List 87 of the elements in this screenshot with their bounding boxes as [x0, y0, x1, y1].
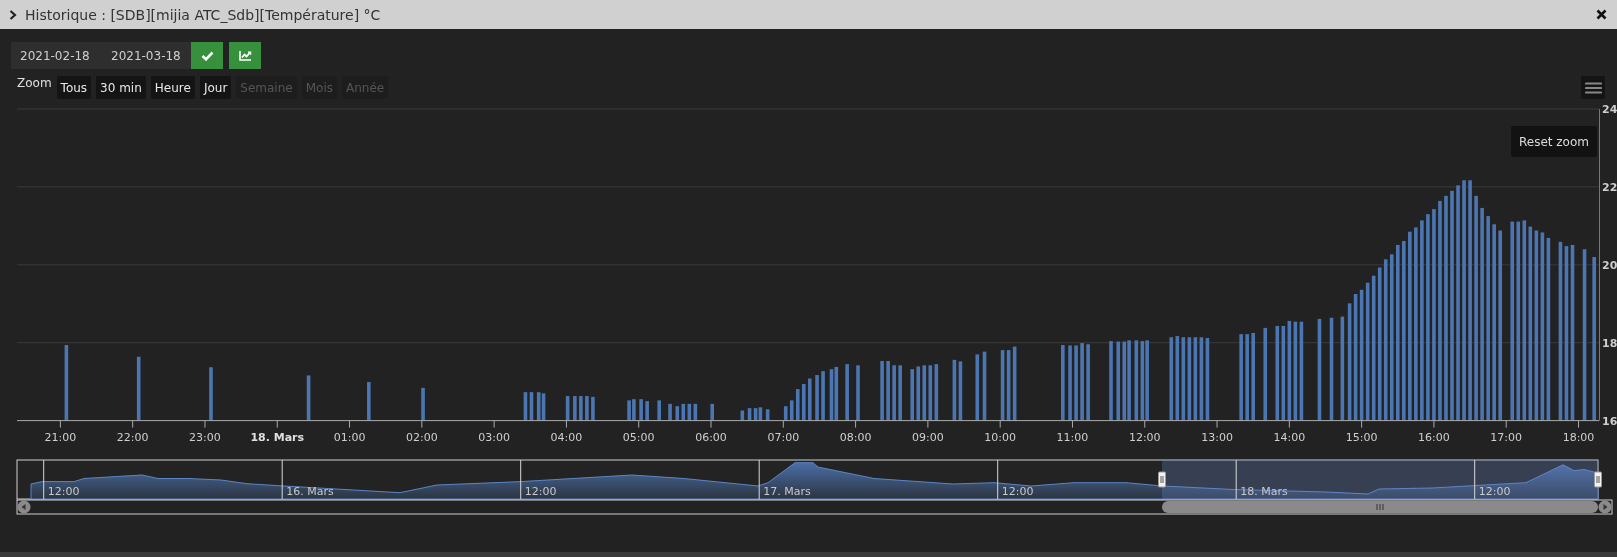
axis-label: 04:00	[550, 430, 583, 444]
bar	[657, 400, 661, 421]
zoom-button[interactable]: Heure	[150, 76, 195, 99]
scrollbar-thumb[interactable]	[1162, 501, 1598, 513]
axis-label: 08:00	[839, 430, 872, 444]
axis-label: 22:00	[116, 430, 149, 444]
navigator-label: 12:00	[524, 485, 557, 498]
bar	[668, 403, 672, 421]
bar	[639, 399, 643, 421]
axis-label: 16	[1602, 414, 1617, 428]
chevron-icon[interactable]	[9, 9, 17, 20]
navigator-label: 16. Mars	[286, 485, 334, 498]
axis-label: 07:00	[767, 430, 800, 444]
navigator-label: 18. Mars	[1240, 485, 1288, 498]
axis-label: 01:00	[333, 430, 366, 444]
navigator-label: 12:00	[47, 485, 80, 498]
scroll-left-icon[interactable]	[17, 500, 31, 514]
bar	[136, 356, 141, 421]
zoom-button[interactable]: 30 min	[96, 76, 146, 99]
axis-label: 15:00	[1345, 430, 1378, 444]
axis-label: 05:00	[622, 430, 655, 444]
window-title: Historique : [SDB][mijia ATC_Sdb][Température] °C	[25, 6, 382, 23]
bar	[856, 365, 860, 421]
line-chart-icon	[238, 50, 252, 61]
navigator-label: 12:00	[1001, 485, 1034, 498]
zoom-button[interactable]: Jour	[199, 76, 232, 99]
axis-label: 14:00	[1273, 430, 1306, 444]
date-field[interactable]: 2021-02-18	[11, 42, 99, 69]
bar	[802, 384, 806, 421]
bar	[898, 365, 902, 421]
axis-label: 03:00	[478, 430, 510, 444]
menu-button[interactable]	[1581, 76, 1605, 99]
bar	[209, 367, 213, 421]
axis-label: 11:00	[1056, 430, 1089, 444]
axis-label: 18	[1602, 336, 1617, 350]
navigator-selection[interactable]	[1162, 460, 1598, 499]
bar	[892, 365, 896, 421]
bar	[306, 375, 311, 421]
close-icon[interactable]	[1596, 9, 1607, 20]
bar	[740, 410, 745, 421]
menu-icon	[1584, 81, 1602, 94]
bar	[591, 396, 595, 421]
navigator-handle[interactable]	[1158, 471, 1166, 488]
axis-label: 20	[1602, 258, 1617, 272]
bar	[421, 387, 425, 421]
bar	[645, 401, 649, 421]
apply-button[interactable]	[191, 42, 223, 69]
navigator-label: 12:00	[1478, 485, 1511, 498]
axis-label: 10:00	[984, 430, 1017, 444]
axis-label: 17:00	[1490, 430, 1523, 444]
bar	[808, 378, 812, 421]
axis-label: 02:00	[406, 430, 438, 444]
check-icon	[200, 50, 214, 61]
bar	[821, 371, 825, 421]
bar	[367, 382, 371, 421]
bar	[982, 351, 987, 421]
chart-button[interactable]	[229, 42, 261, 69]
axis-label: 21:00	[44, 430, 77, 444]
bar	[886, 361, 890, 421]
axis-label: 09:00	[912, 430, 944, 444]
bar	[975, 354, 980, 421]
axis-label: 16:00	[1418, 430, 1450, 444]
axis-label: 12:00	[1128, 430, 1161, 444]
bar	[579, 396, 583, 421]
axis-label: 23:00	[189, 430, 221, 444]
reset-zoom-button[interactable]: Reset zoom	[1511, 126, 1597, 157]
date-field[interactable]: 2021-03-18	[99, 42, 191, 69]
navigator-label: 17. Mars	[763, 485, 811, 498]
bar	[880, 361, 884, 421]
bar	[815, 375, 819, 421]
bar	[565, 396, 570, 421]
axis-label: 18. Mars	[250, 430, 305, 444]
bar	[845, 364, 849, 421]
navigator-handle[interactable]	[1594, 471, 1602, 488]
axis-label: 22	[1602, 180, 1617, 194]
bar	[585, 396, 589, 421]
bar	[573, 396, 577, 421]
axis-label: 06:00	[695, 430, 727, 444]
zoom-button[interactable]: Tous	[56, 76, 92, 99]
axis-label: 18:00	[1562, 430, 1595, 444]
axis-label: 24	[1602, 103, 1617, 116]
bar	[765, 409, 770, 421]
scroll-right-icon[interactable]	[1598, 500, 1612, 514]
bar	[910, 369, 914, 421]
axis-label: 13:00	[1201, 430, 1233, 444]
zoom-label: Zoom	[17, 76, 52, 90]
bar	[710, 403, 714, 421]
